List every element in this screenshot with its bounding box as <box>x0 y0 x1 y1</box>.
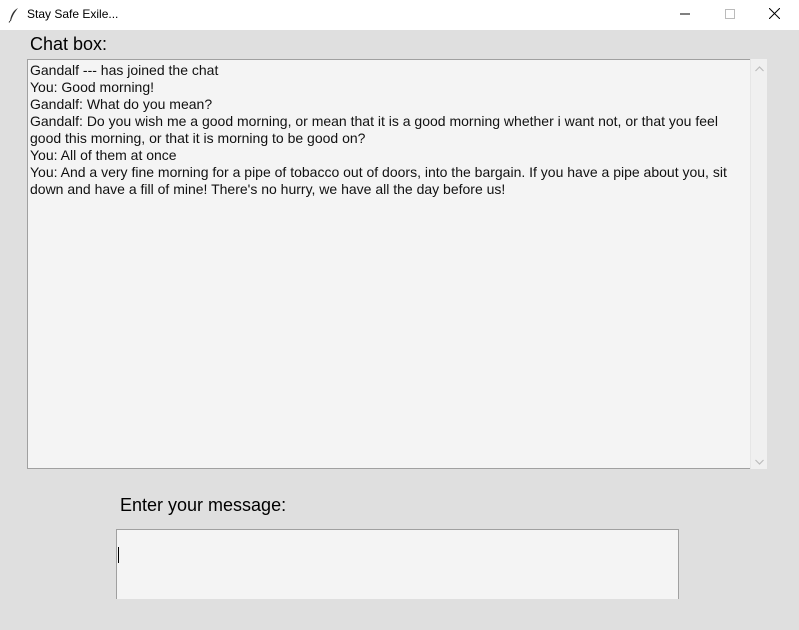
maximize-button[interactable] <box>707 0 752 30</box>
chevron-down-icon <box>755 452 764 470</box>
chat-message: You: All of them at once <box>30 147 177 163</box>
chat-message: You: And a very fine morning for a pipe … <box>30 164 727 197</box>
message-label: Enter your message: <box>120 495 287 515</box>
minimize-button[interactable] <box>662 0 707 30</box>
scroll-down-button[interactable] <box>751 452 768 469</box>
chat-scrollbar[interactable] <box>750 59 767 469</box>
feather-icon <box>8 7 20 23</box>
chat-message: You: Good morning! <box>30 79 155 95</box>
title-bar[interactable]: Stay Safe Exile... <box>0 0 799 30</box>
chat-box-label: Chat box: <box>30 34 108 54</box>
scroll-up-button[interactable] <box>751 59 768 76</box>
message-input[interactable] <box>116 529 679 599</box>
chevron-up-icon <box>755 59 764 77</box>
chat-message: Gandalf --- has joined the chat <box>30 62 219 78</box>
maximize-icon <box>724 6 735 24</box>
chat-log[interactable]: Gandalf --- has joined the chat You: Goo… <box>27 59 750 469</box>
chat-message: Gandalf: What do you mean? <box>30 96 213 112</box>
close-icon <box>768 6 781 24</box>
text-cursor <box>118 547 119 563</box>
close-button[interactable] <box>752 0 797 30</box>
app-window: Stay Safe Exile... Chat box: Gandalf ---… <box>0 0 799 630</box>
minimize-icon <box>679 6 690 24</box>
chat-message: Gandalf: Do you wish me a good morning, … <box>30 113 718 146</box>
window-title: Stay Safe Exile... <box>27 7 119 21</box>
